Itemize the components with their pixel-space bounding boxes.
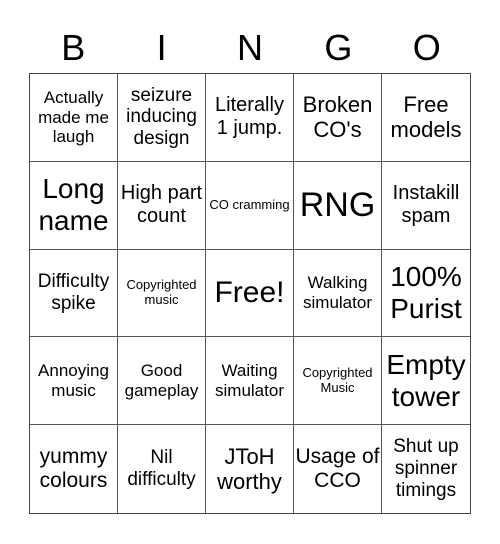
bingo-cell[interactable]: Empty tower [382, 337, 470, 426]
cell-text: Waiting simulator [215, 361, 284, 400]
bingo-cell[interactable]: yummy colours [30, 425, 118, 513]
bingo-cell[interactable]: CO cramming [206, 161, 294, 250]
cell-text: 100% Purist [390, 260, 462, 324]
bingo-cell[interactable]: seizure inducing design [118, 74, 206, 162]
bingo-cell[interactable]: Actually made me laugh [30, 74, 118, 162]
header-letter-i: I [156, 27, 167, 68]
bingo-cell[interactable]: JToH worthy [206, 425, 294, 513]
cell-text: Broken CO's [302, 92, 373, 143]
cell-text: Annoying music [38, 361, 109, 400]
cell-text: Actually made me laugh [38, 88, 109, 147]
cell-text: Walking simulator [303, 273, 372, 312]
cell-text: Instakill spam [392, 182, 460, 228]
bingo-cell[interactable]: RNG [294, 161, 382, 250]
bingo-cell[interactable]: Waiting simulator [206, 337, 294, 426]
cell-text: High part count [120, 182, 203, 228]
bingo-cell[interactable]: Instakill spam [382, 162, 470, 250]
bingo-cell[interactable]: Shut up spinner timings [382, 425, 470, 513]
cell-text: Copyrighted music [126, 277, 197, 307]
bingo-cell[interactable]: Literally 1 jump. [206, 74, 294, 162]
header-letter-o: O [412, 27, 441, 68]
cell-text: Shut up spinner timings [393, 436, 459, 502]
bingo-cell free-space[interactable]: Free! [206, 249, 294, 338]
bingo-cell[interactable]: High part count [118, 161, 206, 250]
cell-text: Copyrighted Music [302, 364, 373, 395]
bingo-cell[interactable]: Difficulty spike [30, 249, 118, 338]
bingo-cell[interactable]: Annoying music [30, 337, 118, 426]
cell-text: Nil difficulty [127, 447, 196, 491]
cell-text: Literally 1 jump. [215, 94, 284, 140]
bingo-cell[interactable]: Nil difficulty [118, 425, 206, 513]
bingo-cell[interactable]: Long name [30, 161, 118, 250]
cell-text: Usage of CCO [295, 444, 380, 493]
bingo-cell[interactable]: 100% Purist [382, 250, 470, 338]
bingo-grid: Actually made me laugh seizure inducing … [29, 73, 471, 514]
bingo-cell[interactable]: Free models [382, 74, 470, 162]
bingo-cell[interactable]: Walking simulator [294, 249, 382, 338]
header-letter-b: B [61, 27, 86, 68]
cell-text: CO cramming [209, 196, 290, 212]
cell-text: Difficulty spike [37, 271, 110, 314]
cell-text: Long name [38, 173, 109, 237]
bingo-cell[interactable]: Copyrighted Music [294, 337, 382, 426]
cell-text: Free models [390, 92, 462, 143]
cell-text: JToH worthy [217, 443, 282, 495]
cell-text: Free! [214, 275, 285, 309]
bingo-cell[interactable]: Copyrighted music [118, 249, 206, 338]
header-letter-n: N [236, 27, 263, 68]
cell-text: RNG [299, 185, 376, 224]
bingo-cell[interactable]: Broken CO's [294, 74, 382, 162]
header-letter-g: G [324, 27, 353, 68]
cell-text: seizure inducing design [126, 84, 197, 150]
bingo-header: B I N G O [29, 28, 471, 68]
cell-text: Good gameplay [124, 361, 199, 400]
bingo-cell[interactable]: Good gameplay [118, 337, 206, 426]
cell-text: yummy colours [39, 444, 108, 493]
bingo-cell[interactable]: Usage of CCO [294, 425, 382, 513]
cell-text: Empty tower [386, 348, 466, 412]
